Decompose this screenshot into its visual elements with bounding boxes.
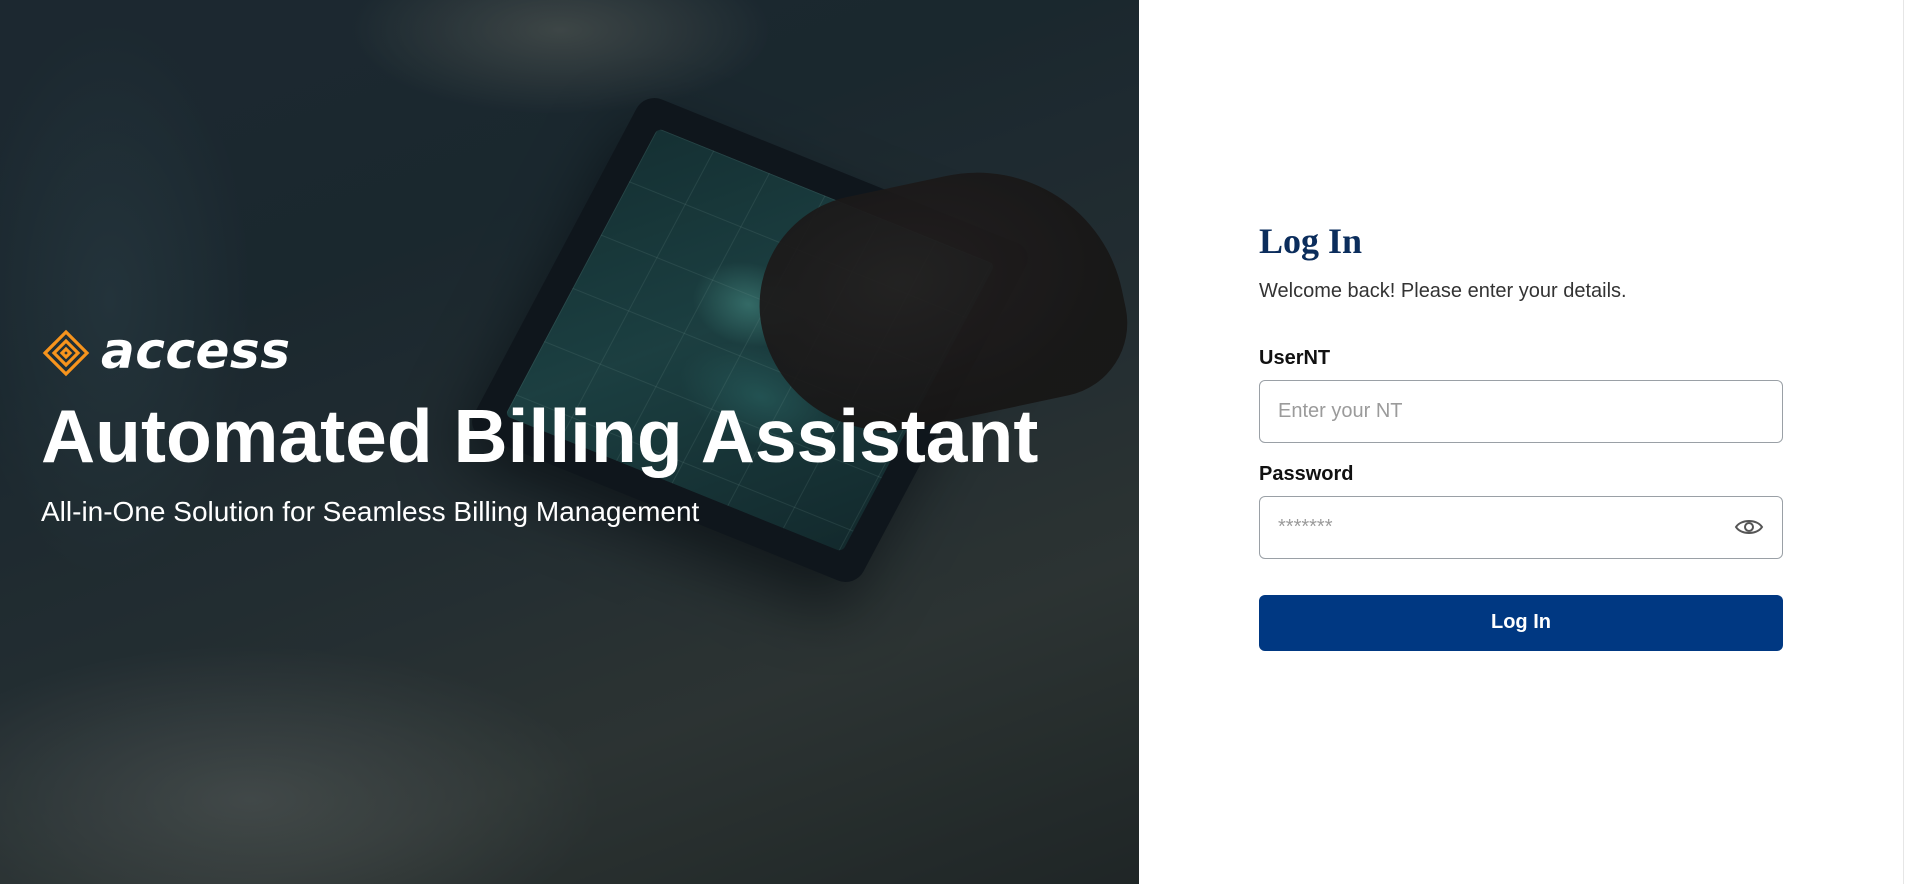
hero-title: Automated Billing Assistant [41, 394, 1039, 478]
eye-icon[interactable] [1734, 516, 1764, 538]
panel-divider [1903, 0, 1904, 884]
brand-name: access [101, 322, 291, 380]
hero-panel: access Automated Billing Assistant All-i… [0, 0, 1139, 884]
hero-subtitle: All-in-One Solution for Seamless Billing… [41, 496, 700, 527]
usernt-input[interactable] [1260, 380, 1782, 442]
usernt-field-wrapper [1259, 379, 1783, 443]
login-form: Log In Welcome back! Please enter your d… [1259, 221, 1783, 651]
access-diamond-logo-icon [42, 329, 90, 377]
hero-content: access Automated Billing Assistant All-i… [41, 325, 1038, 528]
login-title: Log In [1259, 221, 1363, 261]
login-panel: Log In Welcome back! Please enter your d… [1139, 0, 1907, 884]
password-input[interactable] [1260, 496, 1782, 558]
login-subtitle: Welcome back! Please enter your details. [1259, 279, 1627, 302]
usernt-label: UserNT [1259, 346, 1331, 369]
login-page: access Automated Billing Assistant All-i… [0, 0, 1907, 884]
password-label: Password [1259, 462, 1354, 485]
brand-logo: access [41, 325, 1038, 381]
password-field-wrapper [1259, 495, 1783, 559]
login-submit-button[interactable]: Log In [1259, 594, 1783, 651]
